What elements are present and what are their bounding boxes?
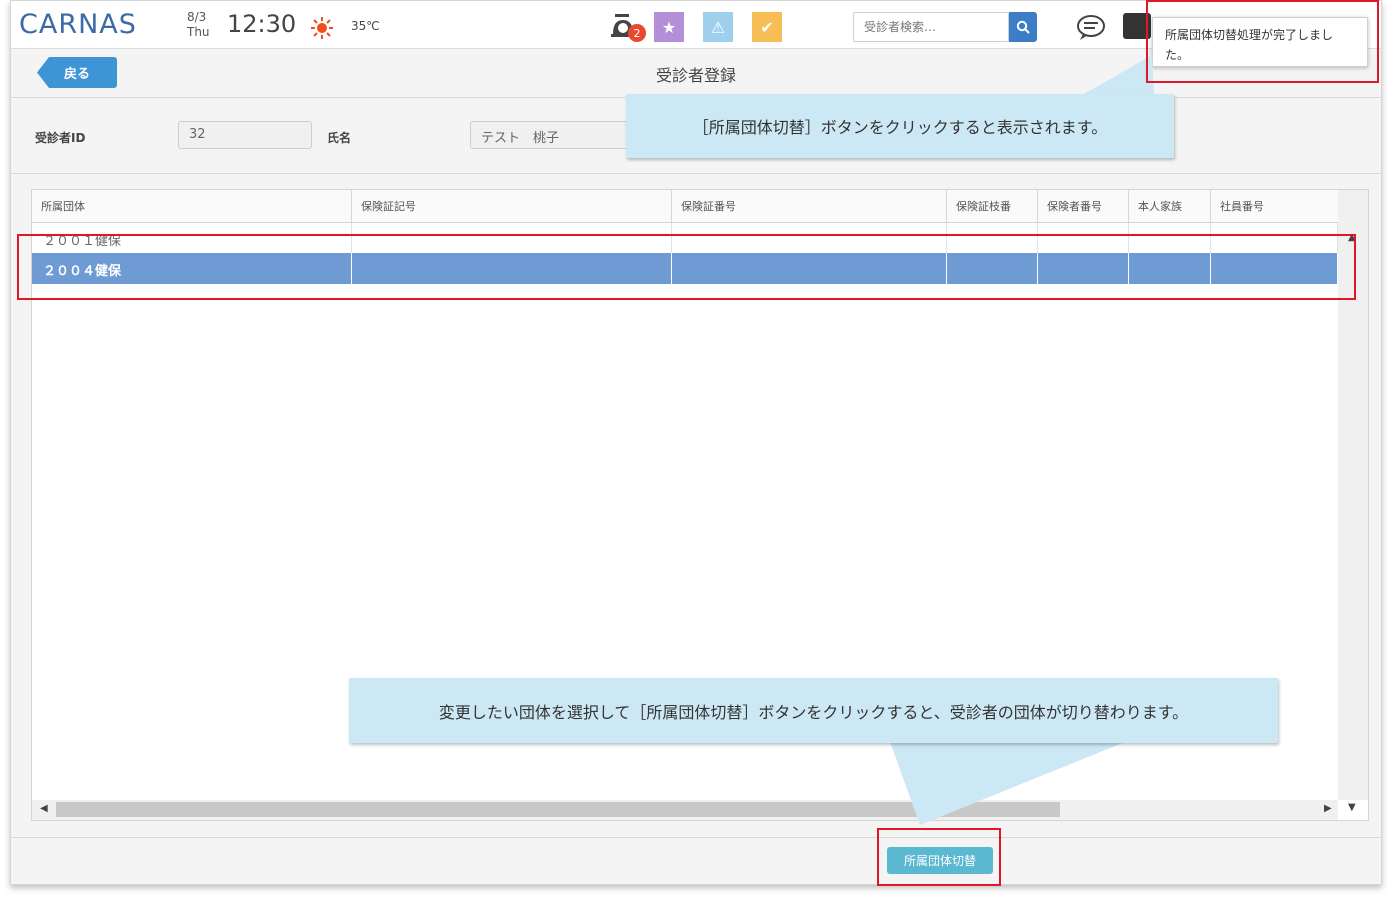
- patient-name-field: テスト 桃子: [470, 121, 640, 149]
- scroll-right-icon[interactable]: ▶: [1324, 803, 1332, 814]
- patient-id-label: 受診者ID: [35, 131, 86, 145]
- column-header-branch-number: 保険証枝番: [947, 190, 1038, 222]
- column-header-relationship: 本人家族: [1129, 190, 1211, 222]
- table-header: 所属団体 保険証記号 保険証番号 保険証枝番 保険者番号 本人家族 社員番号: [32, 190, 1339, 223]
- sun-icon: [311, 17, 333, 39]
- column-header-employee-number: 社員番号: [1211, 190, 1339, 222]
- horizontal-scroll-thumb[interactable]: [56, 802, 1060, 817]
- patient-name-label: 氏名: [327, 131, 352, 145]
- column-header-group: 所属団体: [32, 190, 352, 222]
- callout-top: ［所属団体切替］ボタンをクリックすると表示されます。: [626, 94, 1174, 158]
- divider: [11, 837, 1381, 838]
- date-value: 8/3: [187, 10, 207, 24]
- column-header-insurance-number: 保険証番号: [672, 190, 947, 222]
- chat-icon[interactable]: [1075, 13, 1107, 41]
- warning-icon[interactable]: ⚠: [703, 12, 733, 42]
- carnas-logo: CARNAS: [19, 9, 137, 40]
- certificate-icon[interactable]: ✔: [752, 12, 782, 42]
- weekday-value: Thu: [187, 25, 210, 39]
- date-display: 8/3 Thu: [187, 10, 210, 40]
- patient-search-input[interactable]: [853, 12, 1009, 42]
- column-header-insurance-symbol: 保険証記号: [352, 190, 672, 222]
- highlight-toast: [1146, 0, 1379, 83]
- notification-badge: 2: [628, 24, 646, 42]
- highlight-selected-row: [17, 234, 1356, 300]
- scroll-left-icon[interactable]: ◀: [40, 803, 48, 814]
- temperature: 35℃: [351, 19, 380, 33]
- scroll-down-icon[interactable]: ▼: [1348, 802, 1356, 813]
- back-button[interactable]: 戻る: [37, 57, 117, 88]
- divider: [11, 173, 1381, 174]
- clock-time: 12:30: [227, 10, 297, 38]
- callout-bottom: 変更したい団体を選択して［所属団体切替］ボタンをクリックすると、受診者の団体が切…: [349, 678, 1278, 743]
- search-icon: [1016, 20, 1030, 34]
- patient-id-field: 32: [178, 121, 312, 149]
- column-header-insurer-number: 保険者番号: [1038, 190, 1129, 222]
- search-button[interactable]: [1009, 12, 1037, 42]
- star-icon[interactable]: ★: [654, 12, 684, 42]
- highlight-switch-button: [877, 828, 1001, 886]
- page-title: 受診者登録: [655, 66, 736, 85]
